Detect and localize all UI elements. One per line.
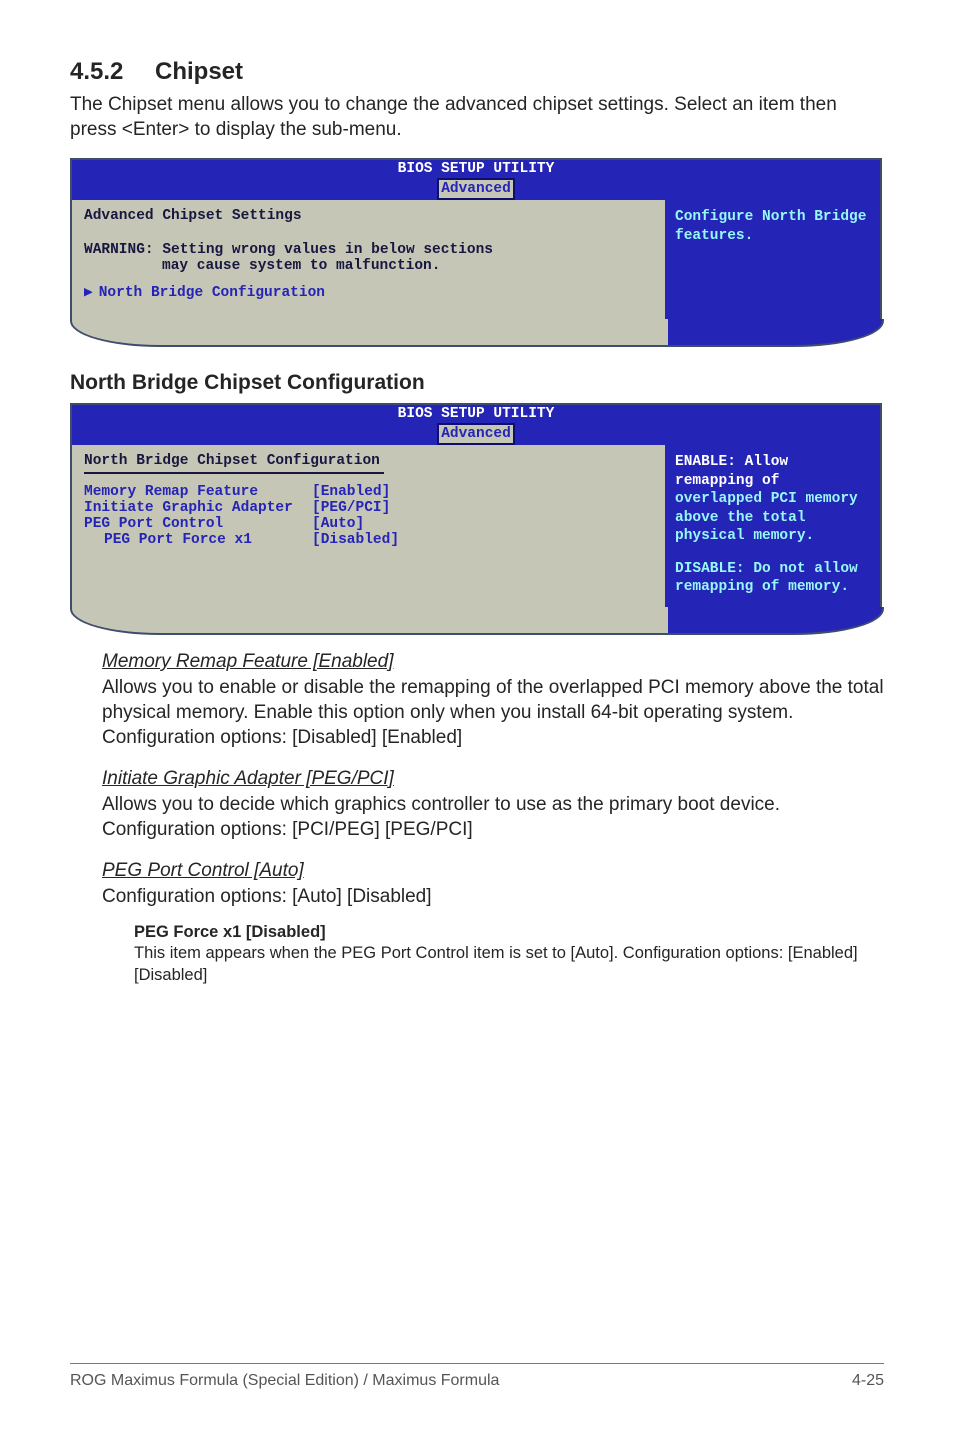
bios-warning-line1: WARNING: Setting wrong values in below s… — [84, 242, 653, 258]
cfg-value: [Disabled] — [312, 532, 399, 548]
bios-help-text: Configure North Bridge features. — [675, 209, 866, 244]
help-line: physical memory. — [675, 527, 870, 546]
cfg-label: Memory Remap Feature — [84, 484, 312, 500]
sub-item-body: This item appears when the PEG Port Cont… — [134, 943, 884, 985]
help-line: remapping of — [675, 472, 870, 491]
help-line: above the total — [675, 509, 870, 528]
bios-warning: WARNING: Setting wrong values in below s… — [84, 242, 653, 274]
cfg-label: Initiate Graphic Adapter — [84, 500, 312, 516]
cfg-row-peg-force-x1[interactable]: PEG Port Force x1 [Disabled] — [84, 532, 653, 548]
spacer — [675, 546, 870, 560]
bios-help-pane: ENABLE: Allow remapping of overlapped PC… — [665, 445, 880, 607]
bios-tab: Advanced — [437, 423, 515, 445]
intro-paragraph: The Chipset menu allows you to change th… — [70, 92, 884, 142]
bios-body: North Bridge Chipset Configuration Memor… — [72, 445, 880, 607]
bios-title: BIOS SETUP UTILITY — [398, 405, 555, 423]
bios-bottom-curve — [70, 619, 884, 633]
bios-tab: Advanced — [437, 178, 515, 200]
item-title: Memory Remap Feature [Enabled] — [102, 651, 884, 673]
item-body: Allows you to enable or disable the rema… — [102, 675, 884, 750]
cfg-label: PEG Port Control — [84, 516, 312, 532]
section-heading: 4.5.2Chipset — [70, 58, 884, 86]
bios-nav-north-bridge[interactable]: ▶ North Bridge Configuration — [84, 284, 653, 301]
help-line: remapping of memory. — [675, 578, 870, 597]
bios-help-pane: Configure North Bridge features. — [665, 200, 880, 319]
footer-page-number: 4-25 — [852, 1372, 884, 1390]
cfg-value: [PEG/PCI] — [312, 500, 390, 516]
section-number: 4.5.2 — [70, 58, 155, 86]
item-title: PEG Port Control [Auto] — [102, 860, 884, 882]
item-initiate-graphic: Initiate Graphic Adapter [PEG/PCI] Allow… — [102, 768, 884, 842]
bios-titlebar: BIOS SETUP UTILITY Advanced — [72, 405, 880, 445]
page-footer: ROG Maximus Formula (Special Edition) / … — [70, 1363, 884, 1390]
cfg-row-initiate-graphic[interactable]: Initiate Graphic Adapter [PEG/PCI] — [84, 500, 653, 516]
cfg-row-memory-remap[interactable]: Memory Remap Feature [Enabled] — [84, 484, 653, 500]
sub-item-title: PEG Force x1 [Disabled] — [134, 923, 884, 942]
item-peg-port-control: PEG Port Control [Auto] Configuration op… — [102, 860, 884, 909]
bios-divider — [84, 472, 384, 474]
bios-left-pane: North Bridge Chipset Configuration Memor… — [72, 445, 665, 607]
bios-panel-chipset: BIOS SETUP UTILITY Advanced Advanced Chi… — [70, 158, 882, 321]
bios-warning-line2: may cause system to malfunction. — [84, 258, 653, 274]
triangle-right-icon: ▶ — [84, 284, 93, 301]
help-line: DISABLE: Do not allow — [675, 560, 870, 579]
item-body: Allows you to decide which graphics cont… — [102, 792, 884, 842]
north-bridge-heading: North Bridge Chipset Configuration — [70, 371, 884, 395]
cfg-value: [Auto] — [312, 516, 364, 532]
item-title: Initiate Graphic Adapter [PEG/PCI] — [102, 768, 884, 790]
item-memory-remap: Memory Remap Feature [Enabled] Allows yo… — [102, 651, 884, 750]
cfg-label: PEG Port Force x1 — [104, 532, 312, 548]
footer-left: ROG Maximus Formula (Special Edition) / … — [70, 1372, 499, 1390]
item-body: Configuration options: [Auto] [Disabled] — [102, 884, 884, 909]
bios-bottom-curve — [70, 331, 884, 345]
bios-body: Advanced Chipset Settings WARNING: Setti… — [72, 200, 880, 319]
bios-left-pane: Advanced Chipset Settings WARNING: Setti… — [72, 200, 665, 319]
section-title: Chipset — [155, 58, 243, 85]
bios-left-title: North Bridge Chipset Configuration — [84, 453, 653, 469]
sub-item-peg-force: PEG Force x1 [Disabled] This item appear… — [134, 923, 884, 985]
bios-titlebar: BIOS SETUP UTILITY Advanced — [72, 160, 880, 200]
bios-title: BIOS SETUP UTILITY — [398, 160, 555, 178]
help-line: ENABLE: Allow — [675, 453, 870, 472]
bios-left-title: Advanced Chipset Settings — [84, 208, 653, 224]
cfg-value: [Enabled] — [312, 484, 390, 500]
cfg-row-peg-port-control[interactable]: PEG Port Control [Auto] — [84, 516, 653, 532]
help-line: overlapped PCI memory — [675, 490, 870, 509]
bios-nav-label: North Bridge Configuration — [99, 285, 325, 301]
bios-panel-north-bridge: BIOS SETUP UTILITY Advanced North Bridge… — [70, 403, 882, 609]
